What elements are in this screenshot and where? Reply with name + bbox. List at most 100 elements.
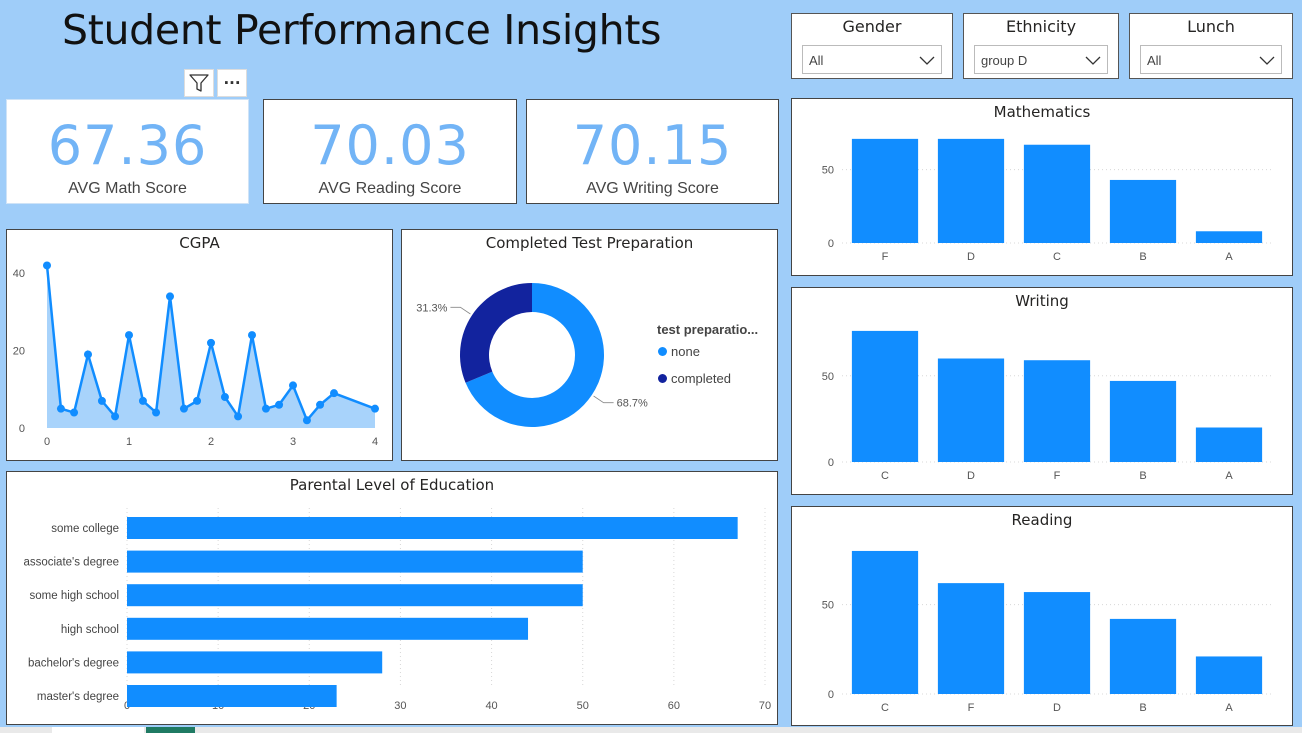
y-tick-label: master's degree [37, 691, 119, 703]
cgpa-point [193, 396, 202, 405]
cgpa-point [111, 412, 120, 421]
cgpa-point [43, 261, 51, 270]
writing-chart-card[interactable]: Writing 0 50 C D F B A [791, 287, 1293, 495]
cgpa-point [179, 404, 188, 413]
y-tick-label: associate's degree [23, 557, 119, 569]
bar [127, 517, 738, 539]
reading-chart-card[interactable]: Reading 0 50 C F D B A [791, 506, 1293, 726]
y-tick-label: 40 [13, 268, 25, 280]
test-prep-donut: 68.7% 31.3% [416, 283, 648, 427]
cgpa-point [220, 393, 229, 402]
kpi-value-reading: 70.03 [310, 114, 470, 177]
legend-label-none: none [671, 344, 700, 359]
test-prep-legend-title: test preparatio... [657, 322, 759, 337]
y-tick-label: 50 [822, 600, 834, 612]
cgpa-point [261, 404, 270, 413]
writing-chart: 0 50 C D F B A [822, 330, 1272, 482]
x-tick-label: 3 [290, 436, 296, 448]
mathematics-chart-card[interactable]: Mathematics 0 50 F D C B A [791, 98, 1293, 276]
bar [1195, 427, 1263, 462]
cgpa-point [302, 416, 311, 425]
lunch-dropdown[interactable]: All [1140, 45, 1282, 74]
filter-icon [189, 74, 209, 92]
cgpa-point [152, 408, 161, 417]
x-tick-label: 70 [759, 700, 771, 712]
page-title: Student Performance Insights [62, 6, 662, 54]
y-tick-label: some high school [30, 590, 120, 602]
cgpa-point [234, 412, 243, 421]
x-tick-label: D [1053, 702, 1061, 714]
slicer-gender-label: Gender [842, 17, 902, 36]
cgpa-point [207, 338, 215, 347]
cgpa-point [275, 400, 284, 409]
chevron-down-icon [1085, 56, 1101, 65]
kpi-card-math[interactable]: 67.36 AVG Math Score [6, 99, 249, 204]
x-tick-label: B [1139, 702, 1146, 714]
filter-button[interactable] [184, 69, 214, 97]
x-tick-label: A [1225, 702, 1233, 714]
cgpa-point [371, 404, 379, 413]
ethnicity-dropdown[interactable]: group D [974, 45, 1108, 74]
legend-item-none[interactable]: none [658, 344, 700, 359]
bar [1023, 592, 1091, 694]
x-tick-label: C [1053, 251, 1061, 263]
cgpa-point [125, 331, 133, 340]
kpi-label-reading: AVG Reading Score [318, 180, 462, 197]
bar [1109, 618, 1177, 694]
donut-data-label: 31.3% [416, 302, 447, 314]
bar [1023, 360, 1091, 462]
cgpa-point [289, 381, 297, 390]
test-prep-chart-card[interactable]: Completed Test Preparation 68.7% 31.3% te… [401, 229, 778, 461]
bar [851, 550, 919, 694]
x-tick-label: 2 [208, 436, 214, 448]
gender-dropdown[interactable]: All [802, 45, 942, 74]
more-options-button[interactable]: ··· [217, 69, 247, 97]
x-tick-label: D [967, 470, 975, 482]
cgpa-point [330, 389, 338, 398]
more-options-icon: ··· [223, 74, 241, 92]
x-tick-label: B [1139, 470, 1146, 482]
parental-education-chart-card[interactable]: Parental Level of Education 010203040506… [6, 471, 778, 725]
y-tick-label: 0 [19, 423, 25, 435]
cgpa-point [138, 396, 147, 405]
bar [1023, 144, 1091, 243]
kpi-card-reading[interactable]: 70.03 AVG Reading Score [263, 99, 517, 204]
legend-marker-none [658, 347, 667, 356]
lunch-dropdown-value: All [1147, 53, 1162, 68]
bar [1109, 179, 1177, 243]
y-tick-label: 0 [828, 457, 834, 469]
x-tick-label: F [1054, 470, 1061, 482]
kpi-value-math: 67.36 [47, 114, 208, 177]
legend-marker-completed [658, 374, 667, 383]
x-tick-label: 50 [577, 700, 589, 712]
x-tick-label: 1 [126, 436, 132, 448]
y-tick-label: 50 [822, 165, 834, 177]
page-tab[interactable] [52, 727, 144, 733]
cgpa-point [97, 396, 106, 405]
legend-label-completed: completed [671, 371, 731, 386]
chevron-down-icon [1259, 56, 1275, 65]
page-tab-active[interactable] [146, 727, 195, 733]
y-tick-label: 0 [828, 238, 834, 250]
bar [937, 138, 1005, 243]
gender-dropdown-value: All [809, 53, 824, 68]
cgpa-point [84, 350, 92, 359]
slicer-ethnicity-label: Ethnicity [1005, 17, 1077, 36]
legend-item-completed[interactable]: completed [658, 371, 731, 386]
bar [1195, 231, 1263, 243]
cgpa-chart-card[interactable]: CGPA 0 20 40 0 1 2 3 4 [6, 229, 393, 461]
cgpa-point [316, 400, 325, 409]
slicer-lunch: Lunch All [1129, 13, 1293, 79]
kpi-label-writing: AVG Writing Score [586, 180, 719, 197]
ethnicity-dropdown-value: group D [981, 53, 1028, 68]
slicer-gender: Gender All [791, 13, 953, 79]
x-tick-label: C [881, 702, 889, 714]
y-tick-label: some college [51, 523, 119, 535]
slicer-lunch-label: Lunch [1187, 17, 1235, 36]
kpi-label-math: AVG Math Score [68, 180, 187, 197]
x-tick-label: C [881, 470, 889, 482]
bar [127, 617, 529, 640]
y-tick-label: 50 [822, 371, 834, 383]
kpi-card-writing[interactable]: 70.15 AVG Writing Score [526, 99, 779, 204]
cgpa-point [248, 331, 256, 340]
